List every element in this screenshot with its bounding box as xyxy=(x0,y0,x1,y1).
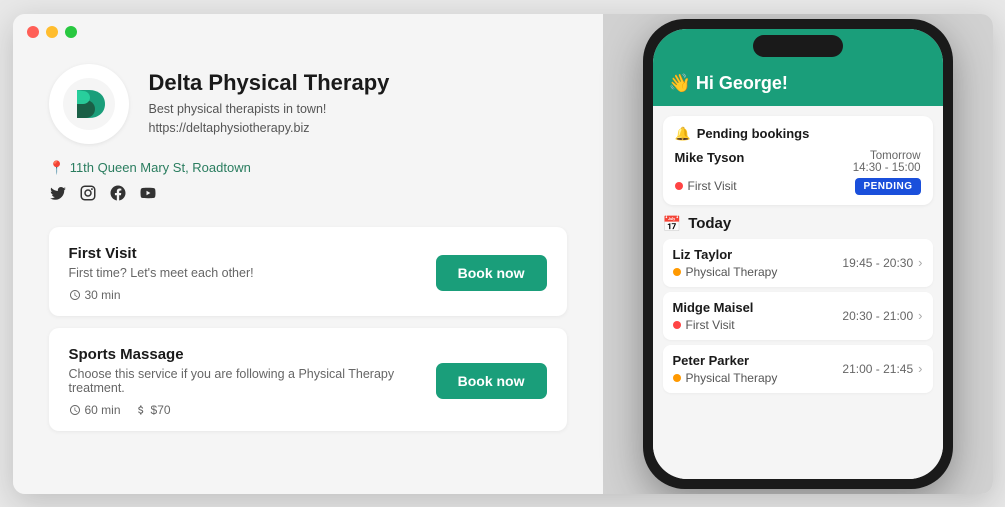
service-info-sports-massage: Sports Massage Choose this service if yo… xyxy=(69,346,436,417)
service-description: Choose this service if you are following… xyxy=(69,367,436,395)
phone-mockup: 👋 Hi George! 🔔 Pending bookings Mike Tys… xyxy=(643,19,953,489)
service-dot-orange xyxy=(673,268,681,276)
instagram-icon[interactable] xyxy=(79,184,97,207)
service-title: Sports Massage xyxy=(69,346,436,363)
appt-service: Physical Therapy xyxy=(673,265,778,279)
service-card-first-visit: First Visit First time? Let's meet each … xyxy=(49,227,567,316)
price-meta: $70 xyxy=(135,403,171,417)
close-button[interactable] xyxy=(27,26,39,38)
appt-time: 19:45 - 20:30 xyxy=(842,256,913,270)
youtube-icon[interactable] xyxy=(139,184,157,207)
chevron-right-icon: › xyxy=(918,308,922,323)
bell-icon: 🔔 xyxy=(675,126,691,142)
appt-service: Physical Therapy xyxy=(673,371,778,385)
business-name: Delta Physical Therapy xyxy=(149,70,390,96)
duration-meta: 60 min xyxy=(69,403,121,417)
service-card-sports-massage: Sports Massage Choose this service if yo… xyxy=(49,328,567,431)
service-meta: 60 min $70 xyxy=(69,403,436,417)
pending-bookings-title: 🔔 Pending bookings xyxy=(675,126,921,142)
appointment-row-midge[interactable]: Midge Maisel First Visit 20:30 - 21:00 › xyxy=(663,292,933,340)
appt-right: 21:00 - 21:45 › xyxy=(842,361,922,376)
calendar-icon: 📅 xyxy=(663,215,682,233)
dynamic-island xyxy=(753,35,843,57)
maximize-button[interactable] xyxy=(65,26,77,38)
business-description: Best physical therapists in town! https:… xyxy=(149,100,390,138)
book-now-first-visit[interactable]: Book now xyxy=(436,255,547,291)
social-icons xyxy=(49,184,567,207)
booking-service-label: First Visit xyxy=(675,179,737,193)
right-panel: 👋 Hi George! 🔔 Pending bookings Mike Tys… xyxy=(603,14,993,494)
profile-header: Delta Physical Therapy Best physical the… xyxy=(49,64,567,144)
pending-badge: PENDING xyxy=(855,178,920,195)
service-info-first-visit: First Visit First time? Let's meet each … xyxy=(69,245,254,302)
pending-booking-row: Mike Tyson Tomorrow 14:30 - 15:00 xyxy=(675,150,921,174)
book-now-sports-massage[interactable]: Book now xyxy=(436,363,547,399)
appt-right: 20:30 - 21:00 › xyxy=(842,308,922,323)
service-dot-red xyxy=(675,182,683,190)
phone-notch-bar xyxy=(653,29,943,67)
minimize-button[interactable] xyxy=(46,26,58,38)
chevron-right-icon: › xyxy=(918,361,922,376)
booking-service-row: First Visit PENDING xyxy=(675,178,921,195)
booking-name: Mike Tyson xyxy=(675,150,745,165)
appt-left: Peter Parker Physical Therapy xyxy=(673,353,778,385)
appt-left: Midge Maisel First Visit xyxy=(673,300,754,332)
today-section: 📅 Today Liz Taylor Physical Therapy xyxy=(653,205,943,479)
chevron-right-icon: › xyxy=(918,255,922,270)
phone-screen: 👋 Hi George! 🔔 Pending bookings Mike Tys… xyxy=(653,29,943,479)
appointment-row-peter[interactable]: Peter Parker Physical Therapy 21:00 - 21… xyxy=(663,345,933,393)
facebook-icon[interactable] xyxy=(109,184,127,207)
titlebar xyxy=(27,26,77,38)
appt-right: 19:45 - 20:30 › xyxy=(842,255,922,270)
phone-greeting: 👋 Hi George! xyxy=(669,73,927,94)
phone-header: 👋 Hi George! xyxy=(653,67,943,106)
service-meta: 30 min xyxy=(69,288,254,302)
profile-info: Delta Physical Therapy Best physical the… xyxy=(149,70,390,138)
location-link[interactable]: 11th Queen Mary St, Roadtown xyxy=(70,160,251,175)
service-title: First Visit xyxy=(69,245,254,262)
location-icon: 📍 xyxy=(49,160,65,176)
service-dot-red xyxy=(673,321,681,329)
booking-time: Tomorrow 14:30 - 15:00 xyxy=(853,150,921,174)
appointment-row-liz[interactable]: Liz Taylor Physical Therapy 19:45 - 20:3… xyxy=(663,239,933,287)
avatar xyxy=(49,64,129,144)
services-list: First Visit First time? Let's meet each … xyxy=(49,227,567,431)
appt-service: First Visit xyxy=(673,318,754,332)
appt-name: Liz Taylor xyxy=(673,247,778,262)
app-window: Delta Physical Therapy Best physical the… xyxy=(13,14,993,494)
service-description: First time? Let's meet each other! xyxy=(69,266,254,280)
appt-time: 20:30 - 21:00 xyxy=(842,309,913,323)
appt-name: Peter Parker xyxy=(673,353,778,368)
appt-left: Liz Taylor Physical Therapy xyxy=(673,247,778,279)
pending-bookings-card: 🔔 Pending bookings Mike Tyson Tomorrow 1… xyxy=(663,116,933,205)
phone-content: 🔔 Pending bookings Mike Tyson Tomorrow 1… xyxy=(653,106,943,479)
left-panel: Delta Physical Therapy Best physical the… xyxy=(13,14,603,494)
today-title: 📅 Today xyxy=(663,215,933,233)
twitter-icon[interactable] xyxy=(49,184,67,207)
duration-meta: 30 min xyxy=(69,288,121,302)
service-dot-orange xyxy=(673,374,681,382)
appt-time: 21:00 - 21:45 xyxy=(842,362,913,376)
location-row: 📍 11th Queen Mary St, Roadtown xyxy=(49,160,567,176)
appt-name: Midge Maisel xyxy=(673,300,754,315)
